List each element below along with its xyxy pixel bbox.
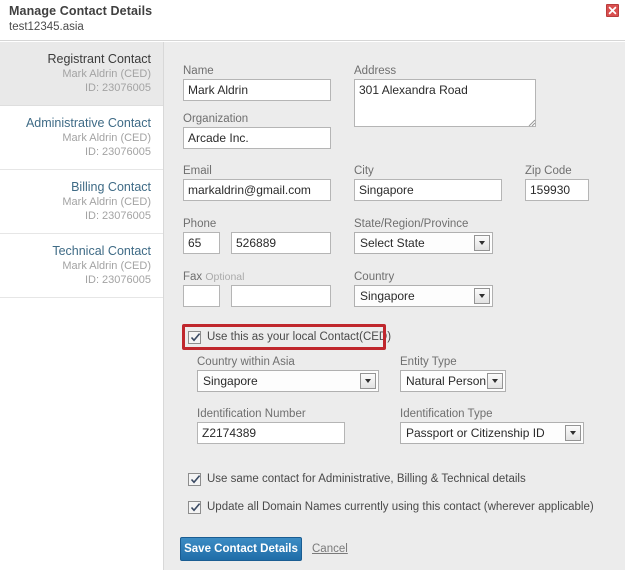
sidebar-item-billing-contact[interactable]: Billing Contact Mark Aldrin (CED) ID: 23… — [0, 170, 163, 234]
phone-country-code-input[interactable] — [183, 232, 220, 254]
close-icon[interactable] — [606, 4, 619, 17]
dialog-header: Manage Contact Details test12345.asia — [0, 0, 625, 41]
save-contact-details-button[interactable]: Save Contact Details — [180, 537, 302, 561]
sidebar-item-id: ID: 23076005 — [84, 146, 151, 158]
sidebar-item-id: ID: 23076005 — [84, 82, 151, 94]
phone-label: Phone — [183, 218, 217, 230]
sidebar-item-title: Billing Contact — [71, 180, 151, 194]
page-title: Manage Contact Details — [9, 4, 153, 18]
country-select[interactable]: Singapore — [354, 285, 493, 307]
sidebar-item-name: Mark Aldrin (CED) — [62, 68, 151, 80]
sidebar-item-name: Mark Aldrin (CED) — [62, 132, 151, 144]
identification-type-select[interactable]: Passport or Citizenship ID — [400, 422, 584, 444]
fax-number-input[interactable] — [231, 285, 331, 307]
fax-label-text: Fax — [183, 271, 203, 283]
state-label: State/Region/Province — [354, 218, 469, 230]
country-select-value: Singapore — [360, 289, 415, 303]
zip-code-label: Zip Code — [525, 165, 572, 177]
entity-type-label: Entity Type — [400, 356, 457, 368]
update-domains-checkbox-label: Update all Domain Names currently using … — [207, 501, 594, 513]
same-contact-checkbox-row[interactable]: Use same contact for Administrative, Bil… — [188, 472, 526, 486]
sidebar-item-administrative-contact[interactable]: Administrative Contact Mark Aldrin (CED)… — [0, 106, 163, 170]
identification-type-label: Identification Type — [400, 408, 493, 420]
sidebar-item-title: Administrative Contact — [25, 116, 151, 130]
identification-type-value: Passport or Citizenship ID — [406, 426, 545, 440]
chevron-down-icon[interactable] — [474, 235, 490, 251]
local-contact-checkbox-row[interactable]: Use this as your local Contact(CED) — [188, 330, 391, 344]
contact-form-panel: Name Organization Email Phone Fax Option… — [163, 42, 625, 570]
zip-code-input[interactable] — [525, 179, 589, 201]
fax-label: Fax Optional — [183, 271, 244, 283]
entity-type-value: Natural Person — [406, 374, 487, 388]
city-input[interactable] — [354, 179, 502, 201]
email-input[interactable] — [183, 179, 331, 201]
entity-type-select[interactable]: Natural Person — [400, 370, 506, 392]
sidebar-item-name: Mark Aldrin (CED) — [62, 196, 151, 208]
phone-number-input[interactable] — [231, 232, 331, 254]
email-label: Email — [183, 165, 212, 177]
local-contact-checkbox-label: Use this as your local Contact(CED) — [207, 331, 392, 343]
fax-country-code-input[interactable] — [183, 285, 220, 307]
same-contact-checkbox-label: Use same contact for Administrative, Bil… — [207, 473, 526, 485]
same-contact-checkbox[interactable] — [188, 473, 201, 486]
sidebar-item-id: ID: 23076005 — [84, 274, 151, 286]
city-label: City — [354, 165, 374, 177]
cancel-link[interactable]: Cancel — [312, 543, 348, 555]
organization-input[interactable] — [183, 127, 331, 149]
chevron-down-icon[interactable] — [565, 425, 581, 441]
sidebar-item-technical-contact[interactable]: Technical Contact Mark Aldrin (CED) ID: … — [0, 234, 163, 298]
chevron-down-icon[interactable] — [487, 373, 503, 389]
state-select[interactable]: Select State — [354, 232, 493, 254]
domain-name-label: test12345.asia — [9, 21, 84, 33]
sidebar-item-title: Registrant Contact — [47, 52, 151, 66]
country-within-asia-value: Singapore — [203, 374, 258, 388]
identification-number-label: Identification Number — [197, 408, 306, 420]
organization-label: Organization — [183, 113, 249, 125]
identification-number-input[interactable] — [197, 422, 345, 444]
sidebar-item-name: Mark Aldrin (CED) — [62, 260, 151, 272]
state-select-value: Select State — [360, 236, 425, 250]
contact-sidebar: Registrant Contact Mark Aldrin (CED) ID:… — [0, 42, 163, 570]
sidebar-item-title: Technical Contact — [52, 244, 151, 258]
sidebar-item-registrant-contact[interactable]: Registrant Contact Mark Aldrin (CED) ID:… — [0, 42, 163, 106]
name-label: Name — [183, 65, 214, 77]
name-input[interactable] — [183, 79, 331, 101]
country-within-asia-select[interactable]: Singapore — [197, 370, 379, 392]
sidebar-item-id: ID: 23076005 — [84, 210, 151, 222]
chevron-down-icon[interactable] — [474, 288, 490, 304]
update-domains-checkbox-row[interactable]: Update all Domain Names currently using … — [188, 500, 594, 514]
fax-optional-text: Optional — [205, 271, 245, 283]
update-domains-checkbox[interactable] — [188, 501, 201, 514]
local-contact-checkbox[interactable] — [188, 331, 201, 344]
address-label: Address — [354, 65, 397, 77]
chevron-down-icon[interactable] — [360, 373, 376, 389]
country-label: Country — [354, 271, 395, 283]
address-textarea[interactable]: 301 Alexandra Road — [354, 79, 536, 127]
country-within-asia-label: Country within Asia — [197, 356, 295, 368]
